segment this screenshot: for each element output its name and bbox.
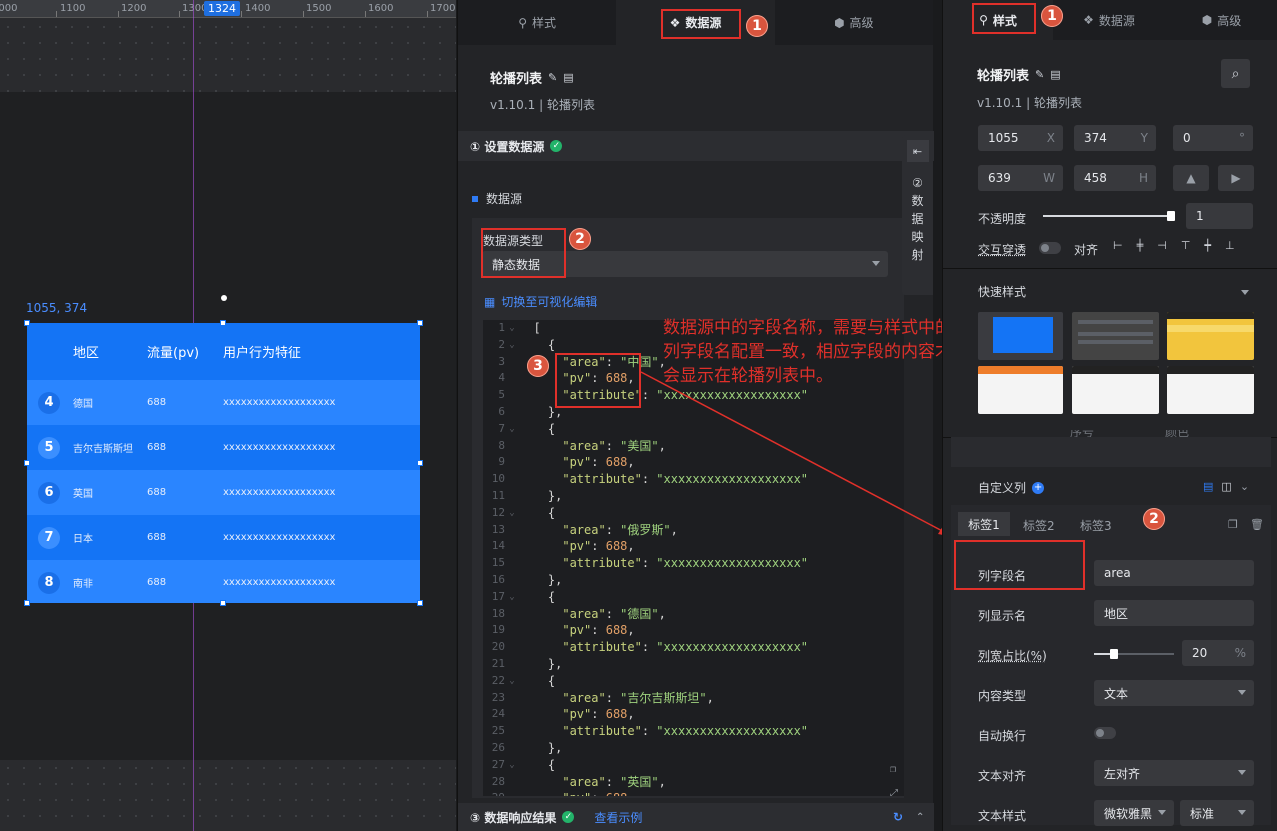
quick-style-thumb-3[interactable]: [1167, 312, 1254, 360]
align-label: 对齐: [1074, 241, 1098, 258]
width-input[interactable]: 639 W: [978, 165, 1063, 191]
flip-vertical-icon[interactable]: ▲: [1173, 165, 1209, 191]
rotation-input[interactable]: 0 °: [1173, 125, 1253, 151]
font-weight-select[interactable]: 标准: [1180, 800, 1254, 826]
search-icon[interactable]: ⌕: [1221, 59, 1250, 88]
datasource-icon: ❖: [1083, 13, 1094, 27]
tab-advanced[interactable]: ⬢ 高级: [1165, 0, 1277, 40]
style-panel: ⚲ 样式 ❖ 数据源 ⬢ 高级 1 轮播列表 ✎ ▤ v1.10.1 | 轮播列表 ⌕…: [942, 0, 1277, 831]
col-tab-1[interactable]: 标签1: [958, 512, 1010, 536]
align-right-icon[interactable]: ⊣: [1157, 239, 1167, 252]
quick-style-thumb-6[interactable]: [1167, 366, 1254, 414]
opacity-slider-thumb[interactable]: [1167, 211, 1175, 221]
trash-icon[interactable]: 🗑: [1250, 518, 1264, 531]
chevron-down-icon: [1158, 810, 1166, 815]
step-badge: 1: [1041, 5, 1063, 27]
component-version: v1.10.1 | 轮播列表: [977, 94, 1082, 111]
highlight-style-tab: [972, 3, 1036, 34]
font-family-select[interactable]: 微软雅黑: [1094, 800, 1174, 826]
align-left-icon[interactable]: ⊢: [1113, 239, 1123, 252]
chevron-down-icon: [1238, 770, 1246, 775]
align-bottom-icon[interactable]: ⊥: [1225, 239, 1235, 252]
col-tab-3[interactable]: 标签3: [1080, 517, 1112, 534]
chevron-down-icon: [1238, 690, 1246, 695]
column-width-slider-track[interactable]: [1094, 653, 1174, 655]
chevron-down-icon[interactable]: [1241, 290, 1249, 295]
content-type-label: 内容类型: [978, 687, 1026, 704]
custom-column-header: 自定义列 +: [978, 479, 1044, 496]
col-tab-2[interactable]: 标签2: [1023, 517, 1055, 534]
quick-style-thumb-1[interactable]: [978, 312, 1063, 360]
copy-icon[interactable]: ❐: [1228, 518, 1238, 531]
auto-wrap-toggle[interactable]: [1094, 727, 1116, 739]
column-width-input[interactable]: 20%: [1182, 640, 1254, 666]
interact-pass-label: 交互穿透: [978, 241, 1026, 258]
step-badge: 2: [1143, 508, 1165, 530]
opacity-slider-track[interactable]: [1043, 215, 1175, 217]
quick-style-thumb-5[interactable]: [1072, 366, 1159, 414]
component-title-row: 轮播列表 ✎ ▤: [977, 65, 1061, 84]
field-name-input[interactable]: area: [1094, 560, 1254, 586]
y-input[interactable]: 374 Y: [1074, 125, 1156, 151]
align-middle-icon[interactable]: ┿: [1204, 239, 1211, 252]
height-input[interactable]: 458 H: [1074, 165, 1156, 191]
grid-view-icon[interactable]: ◫: [1221, 480, 1231, 493]
display-name-label: 列显示名: [978, 607, 1026, 624]
quick-style-label: 快速样式: [978, 283, 1026, 300]
interact-pass-toggle[interactable]: [1039, 242, 1061, 254]
x-input[interactable]: 1055 X: [978, 125, 1063, 151]
column-view-switch: ▤ ◫ ⌄: [1203, 480, 1249, 493]
align-center-icon[interactable]: ╪: [1137, 239, 1144, 252]
align-top-icon[interactable]: ⊤: [1181, 239, 1191, 252]
add-column-icon[interactable]: +: [1032, 482, 1044, 494]
auto-wrap-label: 自动换行: [978, 727, 1026, 744]
cube-icon: ⬢: [1202, 13, 1212, 27]
edit-icon[interactable]: ✎: [1035, 68, 1044, 81]
component-title: 轮播列表: [977, 65, 1029, 84]
display-name-input[interactable]: 地区: [1094, 600, 1254, 626]
opacity-input[interactable]: 1: [1186, 203, 1253, 229]
document-icon[interactable]: ▤: [1050, 68, 1060, 81]
collapsed-row: [951, 437, 1271, 467]
column-width-slider-thumb[interactable]: [1110, 649, 1118, 659]
quick-style-thumb-2[interactable]: [1072, 312, 1159, 360]
chevron-down-icon: [1238, 810, 1246, 815]
list-view-icon[interactable]: ▤: [1203, 480, 1213, 493]
quick-style-thumb-4[interactable]: [978, 366, 1063, 414]
text-style-label: 文本样式: [978, 807, 1026, 824]
content-type-select[interactable]: 文本: [1094, 680, 1254, 706]
divider: [943, 268, 1277, 269]
highlight-field-name: [954, 540, 1085, 590]
opacity-label: 不透明度: [978, 210, 1026, 227]
column-width-label: 列宽占比(%): [978, 647, 1047, 664]
text-align-select[interactable]: 左对齐: [1094, 760, 1254, 786]
chevron-down-icon[interactable]: ⌄: [1240, 480, 1249, 493]
tab-datasource[interactable]: ❖ 数据源: [1053, 0, 1165, 40]
text-align-label: 文本对齐: [978, 767, 1026, 784]
flip-horizontal-icon[interactable]: ▶: [1218, 165, 1254, 191]
align-buttons: ⊢ ╪ ⊣ ⊤ ┿ ⊥: [1113, 239, 1235, 252]
